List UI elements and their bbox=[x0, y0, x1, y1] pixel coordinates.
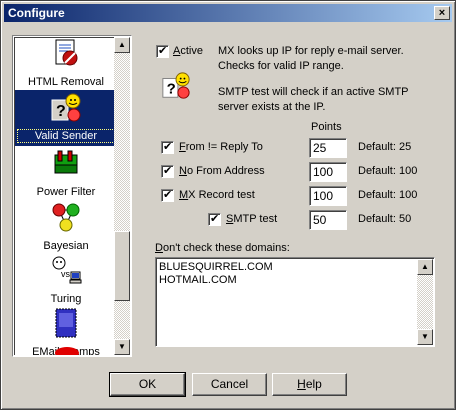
from-reply-to-label: From != Reply To bbox=[179, 141, 263, 153]
smtp-test-points-input[interactable]: 50 bbox=[309, 210, 347, 230]
close-button[interactable]: × bbox=[434, 6, 450, 20]
sidebar-item-html-removal[interactable]: HTML Removal bbox=[15, 38, 117, 91]
category-list[interactable]: HTML Removal ? Valid Sender Power Filter… bbox=[12, 35, 132, 357]
scroll-up-icon[interactable]: ▲ bbox=[114, 37, 130, 53]
svg-text:?: ? bbox=[167, 81, 176, 98]
window-title: Configure bbox=[8, 6, 65, 20]
active-description-line-1: MX looks up IP for reply e-mail server. bbox=[218, 45, 404, 57]
scroll-down-icon[interactable]: ▼ bbox=[417, 329, 433, 345]
scroll-up-icon[interactable]: ▲ bbox=[417, 259, 433, 275]
configure-dialog: Configure × HTML Removal ? Valid Sender … bbox=[0, 0, 456, 410]
sidebar-item-bayesian[interactable]: Bayesian bbox=[15, 199, 117, 255]
sidebar-item-label: Power Filter bbox=[36, 186, 96, 198]
cancel-button[interactable]: Cancel bbox=[192, 373, 267, 396]
domain-line: HOTMAIL.COM bbox=[159, 274, 237, 286]
mx-record-default: Default: 100 bbox=[358, 189, 418, 201]
active-label: Active bbox=[173, 45, 203, 57]
from-reply-to-points-input[interactable]: 25 bbox=[309, 138, 347, 158]
sidebar-item-label: HTML Removal bbox=[28, 76, 104, 88]
no-from-address-points-input[interactable]: 100 bbox=[309, 162, 347, 182]
sidebar-item-label: Valid Sender bbox=[17, 129, 115, 143]
domains-textarea[interactable]: BLUESQUIRREL.COM HOTMAIL.COM ▲ ▼ bbox=[155, 257, 435, 347]
mx-record-checkbox[interactable] bbox=[161, 188, 174, 202]
sidebar-item-label: Bayesian bbox=[43, 240, 89, 252]
title-bar: Configure × bbox=[4, 4, 452, 22]
ok-button[interactable]: OK bbox=[109, 372, 186, 397]
scroll-down-icon[interactable]: ▼ bbox=[114, 339, 130, 355]
active-description-line-2: Checks for valid IP range. bbox=[218, 60, 344, 72]
valid-sender-icon: ? bbox=[162, 72, 190, 99]
no-from-address-checkbox[interactable] bbox=[161, 164, 174, 178]
scroll-thumb[interactable] bbox=[114, 231, 130, 301]
domains-label: Don't check these domains: bbox=[155, 242, 290, 254]
svg-text:vs: vs bbox=[61, 269, 71, 279]
html-removal-icon bbox=[55, 39, 78, 66]
mx-record-points-input[interactable]: 100 bbox=[309, 186, 347, 206]
help-button[interactable]: Help bbox=[272, 373, 347, 396]
smtp-test-label: SMTP test bbox=[226, 213, 278, 225]
active-checkbox[interactable] bbox=[156, 44, 169, 58]
mx-record-label: MX Record test bbox=[179, 189, 255, 201]
sidebar-scrollbar[interactable]: ▲ ▼ bbox=[114, 37, 130, 355]
sidebar-item-turing[interactable]: vs Turing bbox=[15, 252, 117, 308]
sidebar-item-power-filter[interactable]: Power Filter bbox=[15, 145, 117, 201]
domains-scrollbar[interactable]: ▲ ▼ bbox=[417, 259, 433, 345]
email-stamps-icon bbox=[55, 308, 77, 338]
power-filter-icon bbox=[54, 150, 78, 174]
no-from-address-label: No From Address bbox=[179, 165, 265, 177]
bayesian-icon bbox=[52, 203, 80, 232]
sidebar-item-label: Turing bbox=[50, 293, 82, 305]
valid-sender-icon: ? bbox=[51, 93, 81, 122]
smtp-test-default: Default: 50 bbox=[358, 213, 412, 225]
from-reply-to-default: Default: 25 bbox=[358, 141, 412, 153]
smtp-description-line-2: server exists at the IP. bbox=[218, 101, 326, 113]
smtp-test-checkbox[interactable] bbox=[208, 212, 221, 226]
no-from-address-default: Default: 100 bbox=[358, 165, 418, 177]
from-reply-to-checkbox[interactable] bbox=[161, 140, 174, 154]
next-item-icon bbox=[55, 347, 79, 355]
points-header: Points bbox=[311, 121, 342, 133]
sidebar-item-valid-sender[interactable]: ? Valid Sender bbox=[15, 90, 117, 146]
turing-icon: vs bbox=[52, 256, 82, 284]
svg-text:?: ? bbox=[56, 103, 66, 120]
domain-line: BLUESQUIRREL.COM bbox=[159, 261, 273, 273]
smtp-description-line-1: SMTP test will check if an active SMTP bbox=[218, 86, 409, 98]
